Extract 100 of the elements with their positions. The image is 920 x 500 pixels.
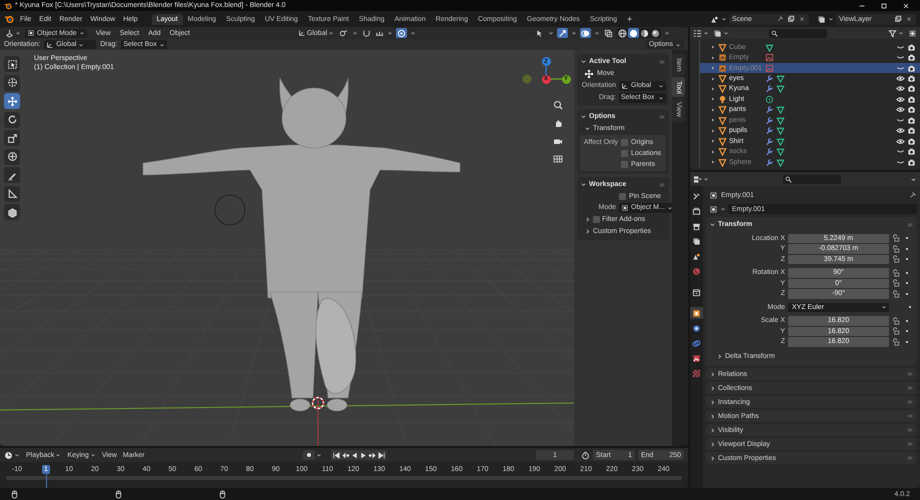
maximize-icon[interactable] xyxy=(880,2,888,10)
list-icon[interactable] xyxy=(693,28,702,38)
app-menu-icon[interactable] xyxy=(4,14,14,24)
camera-icon[interactable] xyxy=(907,116,916,125)
tool-button[interactable] xyxy=(4,112,20,128)
checkbox[interactable] xyxy=(621,138,628,146)
padlock-icon[interactable] xyxy=(892,327,900,336)
caret-icon[interactable] xyxy=(571,30,577,36)
camera-icon[interactable] xyxy=(907,53,916,62)
caret-icon[interactable] xyxy=(352,30,358,36)
tool-button[interactable] xyxy=(4,74,20,90)
checkbox[interactable] xyxy=(619,192,626,200)
chevron-down-icon[interactable] xyxy=(580,58,587,65)
eye-icon[interactable] xyxy=(896,105,905,114)
tool-button[interactable] xyxy=(4,204,20,220)
tool-button[interactable] xyxy=(4,130,20,146)
eye-icon[interactable] xyxy=(896,84,905,94)
eye-icon[interactable] xyxy=(896,94,905,104)
add-collection-icon[interactable] xyxy=(908,28,917,38)
tool-button[interactable] xyxy=(4,93,20,109)
caret-icon[interactable] xyxy=(410,30,416,36)
toggle-button[interactable] xyxy=(361,28,372,38)
camera-icon[interactable] xyxy=(907,94,916,104)
tool-button[interactable] xyxy=(4,56,20,72)
filter-icon[interactable] xyxy=(888,28,897,38)
caret-icon[interactable] xyxy=(898,30,904,36)
add-workspace-button[interactable]: + xyxy=(627,14,632,24)
play-icon[interactable] xyxy=(358,450,368,460)
caret-icon[interactable] xyxy=(387,30,394,36)
toggle-button[interactable] xyxy=(580,28,591,38)
camera-icon[interactable] xyxy=(907,136,916,146)
properties-tab[interactable] xyxy=(690,307,703,319)
padlock-icon[interactable] xyxy=(892,244,900,253)
padlock-icon[interactable] xyxy=(892,234,900,242)
close-icon[interactable] xyxy=(902,2,910,10)
copy-icon[interactable] xyxy=(787,15,795,23)
padlock-icon[interactable] xyxy=(892,290,900,298)
caret-icon[interactable] xyxy=(316,452,322,458)
search-field[interactable] xyxy=(783,174,841,184)
caret-icon[interactable] xyxy=(703,176,709,182)
camera-icon[interactable] xyxy=(907,147,916,156)
camera-icon[interactable] xyxy=(907,126,916,136)
tool-button[interactable] xyxy=(4,186,20,202)
padlock-icon[interactable] xyxy=(892,338,900,346)
caret-icon[interactable] xyxy=(720,206,726,212)
caret-icon[interactable] xyxy=(703,30,709,36)
camera-icon[interactable] xyxy=(907,74,916,84)
scrollbar[interactable] xyxy=(6,476,682,480)
jump-start-icon[interactable] xyxy=(332,450,341,460)
pin-icon[interactable] xyxy=(908,190,917,200)
camera-icon[interactable] xyxy=(907,105,916,114)
camera-icon[interactable] xyxy=(907,42,916,52)
properties-tab[interactable] xyxy=(690,205,703,217)
editor-type-button[interactable] xyxy=(4,28,22,38)
properties-editor-icon[interactable] xyxy=(693,174,702,184)
scene-icon[interactable] xyxy=(710,14,719,24)
toggle-button[interactable] xyxy=(557,28,568,38)
chevron-down-icon[interactable] xyxy=(709,221,716,228)
eye-icon[interactable] xyxy=(896,126,905,136)
camera-icon[interactable] xyxy=(907,84,916,94)
caret-icon[interactable] xyxy=(594,30,600,36)
tool-button[interactable] xyxy=(4,167,20,183)
chevron-right-icon[interactable] xyxy=(716,352,723,360)
snap-increment-icon[interactable] xyxy=(375,28,384,38)
toggle-button[interactable] xyxy=(603,28,614,38)
checkbox[interactable] xyxy=(593,216,600,223)
grid-icon[interactable] xyxy=(552,154,562,164)
caret-icon[interactable] xyxy=(723,30,729,36)
shaded-sphere-icon[interactable] xyxy=(651,28,660,38)
search-field[interactable] xyxy=(769,28,827,38)
editor-type-button[interactable] xyxy=(4,450,20,460)
padlock-icon[interactable] xyxy=(892,268,900,277)
pin-icon[interactable] xyxy=(776,15,784,23)
checkbox[interactable] xyxy=(621,150,628,156)
caret-icon[interactable] xyxy=(721,16,727,22)
layers-icon[interactable] xyxy=(817,14,826,24)
checkbox[interactable] xyxy=(621,160,628,168)
solid-sphere-icon[interactable] xyxy=(629,28,638,38)
camera-icon[interactable] xyxy=(907,158,916,167)
record-button[interactable] xyxy=(302,450,315,460)
caret-icon[interactable] xyxy=(828,16,834,22)
caret-icon[interactable] xyxy=(548,30,554,36)
padlock-icon[interactable] xyxy=(892,255,900,264)
eye-icon[interactable] xyxy=(896,136,905,146)
half-sphere-icon[interactable] xyxy=(640,28,649,38)
shading-selector[interactable] xyxy=(617,28,661,38)
wireframe-sphere-icon[interactable] xyxy=(618,28,627,38)
jump-end-icon[interactable] xyxy=(376,450,386,460)
tool-button[interactable] xyxy=(4,148,20,164)
toggle-button[interactable] xyxy=(396,28,408,38)
camera-icon[interactable] xyxy=(907,64,916,73)
eye-icon[interactable] xyxy=(896,74,905,84)
padlock-icon[interactable] xyxy=(892,279,900,288)
toggle-button[interactable] xyxy=(338,28,350,38)
chevron-down-icon[interactable] xyxy=(580,181,587,188)
stopwatch-icon[interactable] xyxy=(581,450,590,460)
copy-icon[interactable] xyxy=(894,15,902,23)
zoom-icon[interactable] xyxy=(552,100,562,110)
layers-icon[interactable] xyxy=(713,28,722,38)
padlock-icon[interactable] xyxy=(892,316,900,325)
